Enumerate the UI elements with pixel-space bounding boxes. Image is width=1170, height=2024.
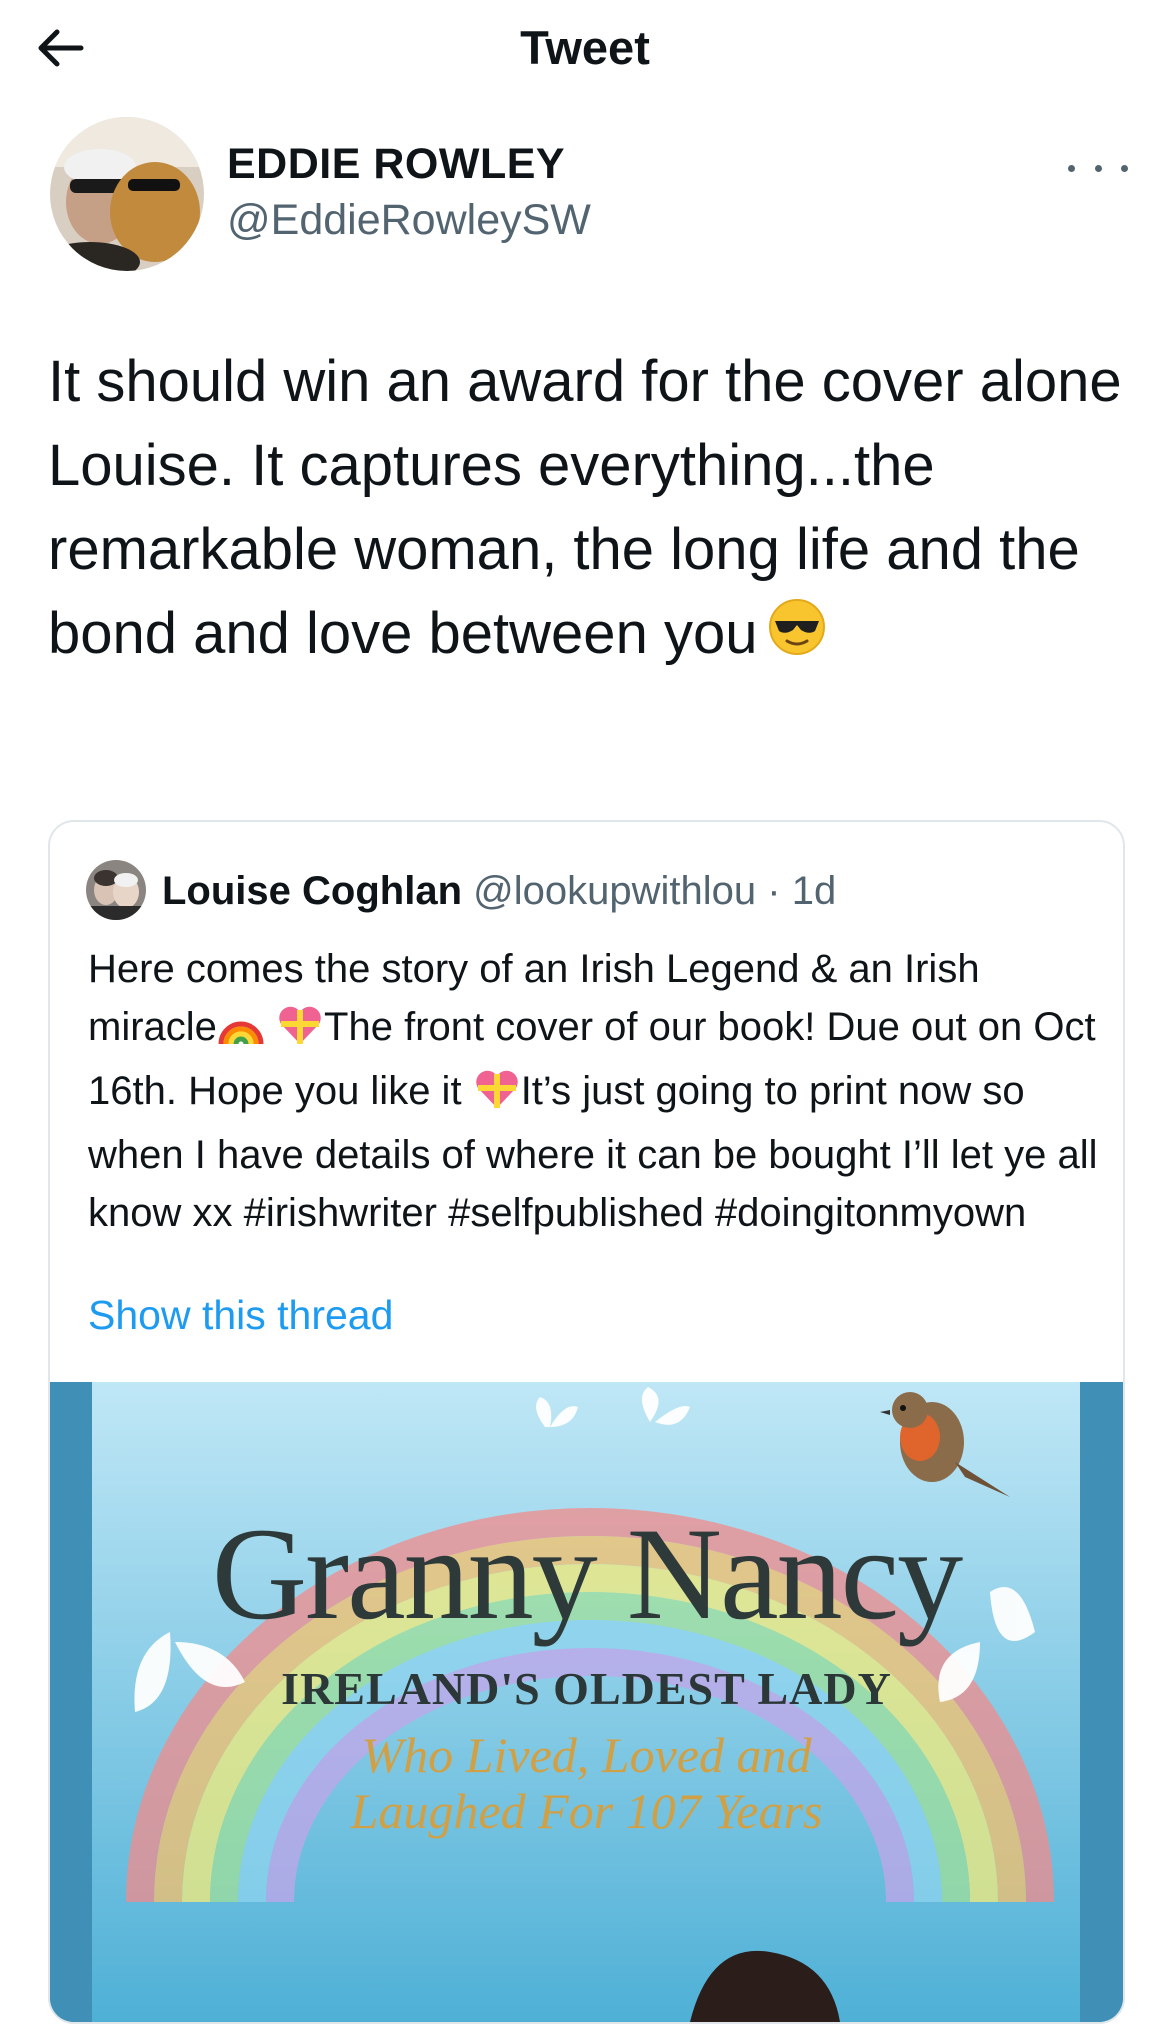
book-tagline: Who Lived, Loved and Laughed For 107 Yea… — [50, 1727, 1123, 1839]
tagline-line: Who Lived, Loved and — [361, 1727, 812, 1783]
tweet-body: It should win an award for the cover alo… — [48, 349, 1122, 666]
tweet-text: It should win an award for the cover alo… — [48, 340, 1128, 680]
quoted-author-handle[interactable]: @lookupwithlou — [473, 869, 756, 913]
quoted-timestamp[interactable]: 1d — [792, 869, 837, 913]
quoted-author-name[interactable]: Louise Coghlan — [162, 869, 462, 913]
show-thread-link[interactable]: Show this thread — [88, 1292, 393, 1339]
page-title: Tweet — [520, 21, 650, 74]
sunglasses-face-icon — [767, 596, 827, 680]
book-subtitle: IRELAND'S OLDEST LADY — [281, 1663, 892, 1714]
book-cover-image[interactable]: Granny Nancy IRELAND'S OLDEST LADY Who L… — [50, 1382, 1123, 2022]
heart-with-ribbon-icon — [473, 1068, 521, 1126]
more-options-button[interactable] — [1068, 150, 1128, 186]
top-bar: Tweet — [0, 0, 1170, 96]
quoted-header: Louise Coghlan @lookupwithlou · 1d — [162, 866, 836, 916]
more-horizontal-icon — [1068, 164, 1075, 172]
quoted-tweet-text: Here comes the story of an Irish Legend … — [88, 940, 1098, 1242]
avatar[interactable] — [50, 117, 204, 271]
tagline-line: Laughed For 107 Years — [350, 1783, 823, 1839]
heart-with-ribbon-icon — [276, 1004, 324, 1062]
quoted-tweet-card[interactable]: Louise Coghlan @lookupwithlou · 1d Here … — [48, 820, 1125, 2024]
book-title: Granny Nancy — [211, 1500, 963, 1647]
author-handle[interactable]: @EddieRowleySW — [227, 196, 591, 245]
author-name[interactable]: EDDIE ROWLEY — [227, 140, 565, 189]
separator-dot: · — [767, 869, 781, 913]
quoted-avatar[interactable] — [86, 860, 146, 920]
rainbow-icon — [217, 1004, 265, 1062]
